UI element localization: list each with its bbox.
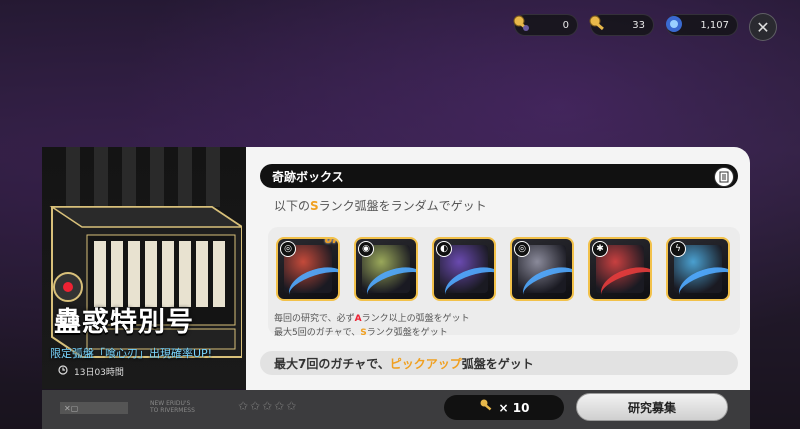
key-icon xyxy=(479,398,495,417)
bottom-small-text: NEW ERIDU'S TO RIVERMESS xyxy=(150,400,195,414)
pack-timer: 13日03時間 xyxy=(58,365,124,378)
rate-up-badge: UP xyxy=(324,237,340,246)
pickup-highlight: ピックアップ xyxy=(389,356,462,371)
disc-card[interactable]: ◎ UP xyxy=(276,237,340,301)
subtitle-rank: S xyxy=(310,199,319,213)
note-s-suffix: ランク弧盤をゲット xyxy=(366,328,448,338)
disc-attribute-icon: ◎ xyxy=(514,241,530,257)
master-tape-key-icon xyxy=(509,11,535,37)
pickup-guarantee-bar: 最大7回のガチャで、 ピックアップ 弧盤をゲット xyxy=(260,351,738,375)
bottom-small-text-line: TO RIVERMESS xyxy=(150,407,195,414)
close-button[interactable]: ✕ xyxy=(749,13,777,41)
box-header: 奇跡ボックス xyxy=(260,164,738,188)
close-icon: ✕ xyxy=(756,17,770,37)
disc-card[interactable]: ◎ xyxy=(510,237,574,301)
polychrome-count: 1,107 xyxy=(700,19,729,31)
pack-description: 限定弧盤「喰心刃」出現確率UP! xyxy=(50,347,213,360)
disc-attribute-icon: ◉ xyxy=(358,241,374,257)
guarantee-note-s: 最大5回のガチャで、Sランク弧盤をゲット xyxy=(274,325,448,338)
currency-master-tape[interactable]: 0 xyxy=(513,14,578,36)
box-title: 奇跡ボックス xyxy=(272,169,344,184)
master-tape-count: 0 xyxy=(562,19,569,31)
recruit-cost-value: × 10 xyxy=(498,400,530,415)
recruit-button[interactable]: 研究募集 xyxy=(576,393,728,421)
pack-name: 蠱惑特別号 xyxy=(54,307,194,338)
pack-time-remaining: 13日03時間 xyxy=(74,368,124,378)
recruit-cost: × 10 xyxy=(444,395,564,420)
document-info-icon[interactable] xyxy=(714,167,734,187)
disc-attribute-icon: ◎ xyxy=(280,241,296,257)
disc-card[interactable]: ✱ xyxy=(588,237,652,301)
disc-card[interactable]: ◐ xyxy=(432,237,496,301)
currency-polychrome[interactable]: 1,107 xyxy=(666,14,738,36)
disc-card[interactable]: ϟ xyxy=(666,237,730,301)
guarantee-note-a: 毎回の研究で、必ずAランク以上の弧盤をゲット xyxy=(274,311,470,324)
clock-icon xyxy=(58,365,68,378)
encrypted-tape-key-icon xyxy=(585,11,611,37)
disc-card[interactable]: ◉ xyxy=(354,237,418,301)
note-s-prefix: 最大5回のガチャで、 xyxy=(274,328,361,338)
pickup-prefix: 最大7回のガチャで、 xyxy=(274,356,390,371)
disc-attribute-icon: ◐ xyxy=(436,241,452,257)
disc-attribute-icon: ϟ xyxy=(670,241,686,257)
pickup-suffix: 弧盤をゲット xyxy=(461,356,534,371)
bottom-small-text-line: NEW ERIDU'S xyxy=(150,400,191,407)
subtitle-suffix: ランク弧盤をランダムでゲット xyxy=(318,199,487,213)
box-subtitle: 以下のSランク弧盤をランダムでゲット xyxy=(274,197,487,214)
note-a-suffix: ランク以上の弧盤をゲット xyxy=(361,314,470,324)
note-a-rank: A xyxy=(354,314,362,324)
bottom-left-tag: ✕▢ xyxy=(60,402,128,414)
note-a-prefix: 毎回の研究で、必ず xyxy=(274,314,355,324)
subtitle-prefix: 以下の xyxy=(274,199,311,213)
polychrome-icon xyxy=(661,11,687,37)
box-details-panel: 奇跡ボックス 以下のSランク弧盤をランダムでゲット ◎ UP ◉ ◐ ◎ ✱ ϟ… xyxy=(246,147,750,390)
rating-stars: ✩✩✩✩✩ xyxy=(238,399,299,413)
currency-encrypted-tape[interactable]: 33 xyxy=(589,14,654,36)
disc-attribute-icon: ✱ xyxy=(592,241,608,257)
encrypted-tape-count: 33 xyxy=(632,19,645,31)
